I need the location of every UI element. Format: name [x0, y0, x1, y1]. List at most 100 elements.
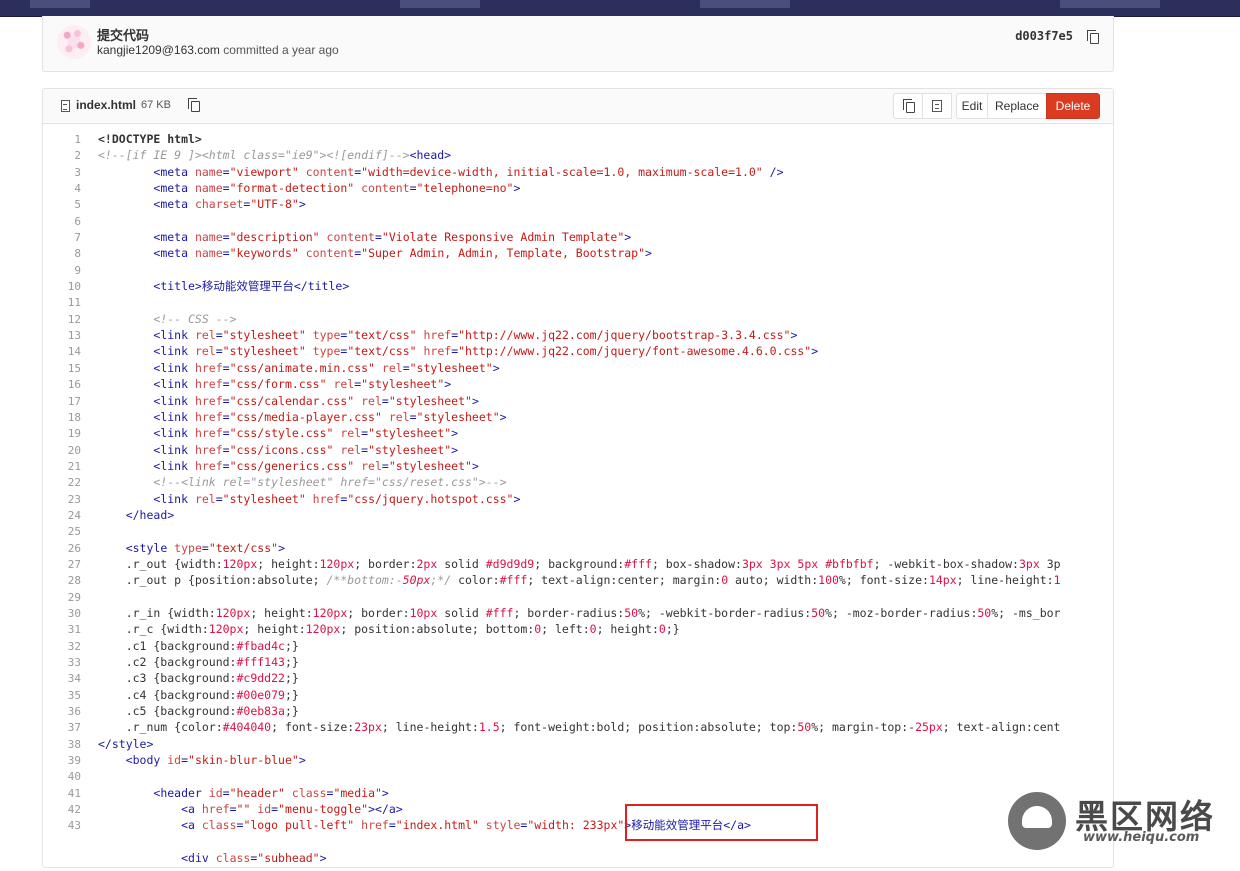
line-number[interactable]: 6 [43, 214, 98, 230]
line-number[interactable]: 8 [43, 246, 98, 262]
author-avatar[interactable] [57, 25, 91, 59]
blurred-tab [400, 0, 480, 8]
line-number[interactable]: 16 [43, 377, 98, 393]
code-view[interactable]: 1 <!DOCTYPE html> 2 <!--[if IE 9 ]><html cl… [43, 131, 1113, 871]
line-number[interactable]: 40 [43, 769, 98, 785]
commit-title[interactable]: 提交代码 [97, 25, 149, 44]
code-line: 7 <meta name="description" content="Viol… [43, 229, 1113, 245]
line-number[interactable]: 24 [43, 508, 98, 524]
line-number[interactable]: 26 [43, 541, 98, 557]
code-text: <meta name="description" content="Violat… [153, 230, 632, 245]
line-number[interactable]: 2 [43, 148, 98, 164]
code-line: 33 .c2 {background:#fff143;} [43, 654, 1113, 670]
line-number[interactable]: 3 [43, 165, 98, 181]
line-number[interactable]: 17 [43, 394, 98, 410]
line-number[interactable]: 1 [43, 132, 98, 148]
code-text: .r_out p {position:absolute; /**bottom:-… [98, 573, 1061, 588]
blurred-tab [30, 0, 90, 8]
code-text: <meta name="keywords" content="Super Adm… [153, 246, 652, 261]
line-number[interactable]: 5 [43, 197, 98, 213]
watermark: 黑区网络 www.heiqu.com [1005, 788, 1237, 854]
code-line: 34 .c3 {background:#c9dd22;} [43, 670, 1113, 686]
copy-file-path-icon[interactable] [188, 98, 200, 112]
line-number[interactable]: 38 [43, 737, 98, 753]
line-number[interactable]: 9 [43, 263, 98, 279]
code-line: 9 [43, 262, 1113, 278]
commit-meta: kangjie1209@163.com committed a year ago [97, 43, 339, 57]
line-number[interactable]: 21 [43, 459, 98, 475]
delete-button[interactable]: Delete [1046, 93, 1100, 119]
code-text: .r_c {width:120px; height:120px; positio… [98, 622, 680, 637]
line-number[interactable]: 4 [43, 181, 98, 197]
code-text: <link href="css/form.css" rel="styleshee… [153, 377, 452, 392]
commit-sha[interactable]: d003f7e5 [1015, 29, 1073, 43]
open-raw-button[interactable] [922, 93, 952, 119]
line-number[interactable]: 13 [43, 328, 98, 344]
line-number[interactable]: 25 [43, 524, 98, 540]
file-actions: Edit Replace Delete [893, 93, 1100, 119]
line-number[interactable]: 42 [43, 802, 98, 818]
line-number[interactable]: 10 [43, 279, 98, 295]
line-number[interactable]: 31 [43, 622, 98, 638]
line-number[interactable]: 32 [43, 639, 98, 655]
code-text: .r_out {width:120px; height:120px; borde… [98, 556, 1061, 571]
code-text: <!-- CSS --> [98, 311, 237, 326]
line-number[interactable]: 36 [43, 704, 98, 720]
line-number[interactable]: 23 [43, 492, 98, 508]
copy-source-button[interactable] [893, 93, 923, 119]
code-line: 2 <!--[if IE 9 ]><html class="ie9"><![end… [43, 147, 1113, 163]
code-line: 30 .r_in {width:120px; height:120px; bor… [43, 605, 1113, 621]
edit-button[interactable]: Edit [956, 93, 988, 119]
code-text: <meta name="viewport" content="width=dev… [153, 164, 784, 179]
blurred-tab [1060, 0, 1160, 8]
code-line: 12 <!-- CSS --> [43, 311, 1113, 327]
line-number[interactable]: 39 [43, 753, 98, 769]
line-number[interactable]: 43 [43, 818, 98, 834]
line-number[interactable]: 20 [43, 443, 98, 459]
line-number[interactable]: 33 [43, 655, 98, 671]
line-number[interactable]: 29 [43, 590, 98, 606]
code-line: <div class="subhead"> [43, 850, 1113, 866]
code-line: 27 .r_out {width:120px; height:120px; bo… [43, 556, 1113, 572]
last-commit-card: 提交代码 kangjie1209@163.com committed a yea… [42, 16, 1114, 72]
code-line: 32 .c1 {background:#fbad4c;} [43, 638, 1113, 654]
line-number[interactable]: 37 [43, 720, 98, 736]
code-text: <header id="header" class="media"> [153, 785, 389, 800]
line-number[interactable]: 19 [43, 426, 98, 442]
code-text: .r_num {color:#404040; font-size:23px; l… [98, 720, 1061, 735]
copy-icon [902, 98, 915, 113]
line-number[interactable]: 35 [43, 688, 98, 704]
line-number[interactable]: 41 [43, 786, 98, 802]
code-text: </head> [125, 507, 175, 522]
line-number[interactable]: 11 [43, 295, 98, 311]
line-number[interactable]: 30 [43, 606, 98, 622]
code-line: 20 <link href="css/icons.css" rel="style… [43, 442, 1113, 458]
line-number[interactable]: 34 [43, 671, 98, 687]
commit-author[interactable]: kangjie1209@163.com [97, 43, 220, 57]
code-text: <link rel="stylesheet" href="css/jquery.… [153, 491, 521, 506]
code-line: 37 .r_num {color:#404040; font-size:23px… [43, 719, 1113, 735]
line-number[interactable]: 27 [43, 557, 98, 573]
code-text: .r_in {width:120px; height:120px; border… [98, 605, 1061, 620]
line-number[interactable]: 14 [43, 344, 98, 360]
code-text: .c5 {background:#0eb83a;} [98, 704, 299, 719]
code-line: 35 .c4 {background:#00e079;} [43, 687, 1113, 703]
line-number[interactable]: 12 [43, 312, 98, 328]
line-number[interactable]: 22 [43, 475, 98, 491]
line-number[interactable]: 15 [43, 361, 98, 377]
code-text: <body id="skin-blur-blue"> [125, 753, 306, 768]
code-line: 26 <style type="text/css"> [43, 540, 1113, 556]
code-text: <style type="text/css"> [125, 540, 285, 555]
code-line: 19 <link href="css/style.css" rel="style… [43, 425, 1113, 441]
line-number[interactable]: 28 [43, 573, 98, 589]
code-line: 14 <link rel="stylesheet" type="text/css… [43, 343, 1113, 359]
code-line: 8 <meta name="keywords" content="Super A… [43, 245, 1113, 261]
copy-sha-icon[interactable] [1087, 30, 1099, 44]
line-number[interactable]: 7 [43, 230, 98, 246]
code-line: 17 <link href="css/calendar.css" rel="st… [43, 393, 1113, 409]
line-number[interactable]: 18 [43, 410, 98, 426]
replace-button[interactable]: Replace [987, 93, 1047, 119]
blurred-tab [700, 0, 790, 8]
code-line: 5 <meta charset="UTF-8"> [43, 196, 1113, 212]
